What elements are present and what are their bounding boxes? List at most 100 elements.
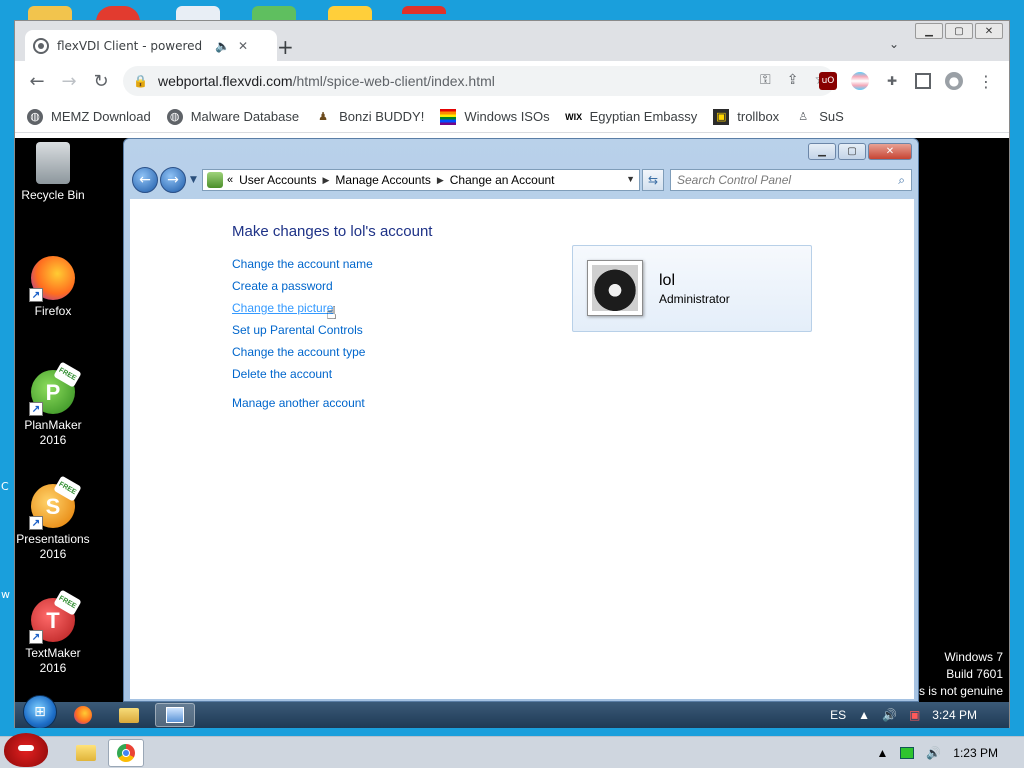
parental-controls-link[interactable]: Set up Parental Controls <box>232 319 373 341</box>
breadcrumb-user-accounts[interactable]: User Accounts <box>239 173 316 187</box>
firefox-icon <box>74 706 92 724</box>
url-text: webportal.flexvdi.com/html/spice-web-cli… <box>158 73 495 89</box>
hand-cursor-icon: ☝ <box>326 303 337 324</box>
sidebar-icon[interactable] <box>915 73 931 89</box>
bookmark-egyptian-embassy[interactable]: WIX Egyptian Embassy <box>565 109 697 125</box>
cp-refresh-button[interactable]: ⇆ <box>642 169 664 191</box>
recent-pages-dropdown[interactable]: ▼ <box>190 175 197 185</box>
reload-button[interactable]: ↻ <box>85 65 117 97</box>
bookmark-trollbox[interactable]: ▣ trollbox <box>713 108 779 125</box>
cp-navigation: ← → ▼ <box>132 167 197 193</box>
cp-close-button[interactable]: ✕ <box>868 143 912 160</box>
ublock-icon[interactable]: uO <box>819 72 837 90</box>
firefox-icon: ↗ <box>29 256 75 302</box>
change-picture-link[interactable]: Change the picture <box>232 297 373 319</box>
battery-icon[interactable] <box>900 747 915 759</box>
desktop-icon-firefox[interactable]: ↗ Firefox <box>15 256 91 319</box>
sus-icon: ♙ <box>798 111 809 123</box>
key-icon[interactable]: ⚿ <box>760 72 771 88</box>
change-account-name-link[interactable]: Change the account name <box>232 253 373 275</box>
tray-expand-icon[interactable]: ▲ <box>858 708 870 722</box>
browser-tab[interactable]: flexVDI Client - powered b 🔈 ✕ <box>25 30 277 61</box>
taskbar-control-panel[interactable] <box>155 703 195 727</box>
account-picture[interactable] <box>587 260 643 316</box>
angry-bird-start-icon[interactable] <box>4 732 48 767</box>
address-bar[interactable]: 🔒 webportal.flexvdi.com/html/spice-web-c… <box>123 66 835 96</box>
windows-start-button[interactable]: ⊞ <box>23 695 57 728</box>
desktop-icon-presentations[interactable]: S FREE ↗ Presentations 2016 <box>15 475 91 562</box>
network-error-icon[interactable]: ▣ <box>909 708 920 722</box>
host-taskbar-folder[interactable] <box>68 739 104 767</box>
remote-desktop-viewport[interactable]: Recycle Bin ↗ Firefox P FREE ↗ PlanMaker 2… <box>15 138 1009 728</box>
account-tasks: Change the account name Create a passwor… <box>232 253 373 414</box>
bookmark-malware-database[interactable]: ◍ Malware Database <box>166 108 300 125</box>
desktop-icon-recycle-bin[interactable]: Recycle Bin <box>15 142 91 203</box>
bookmark-windows-isos[interactable]: Windows ISOs <box>440 108 550 125</box>
tab-strip: flexVDI Client - powered b 🔈 ✕ + ⌄ ▁ ▢ ✕ <box>15 21 1009 61</box>
breadcrumb-separator-icon[interactable]: ▶ <box>437 175 444 186</box>
breadcrumb-change-account[interactable]: Change an Account <box>450 173 555 187</box>
bookmark-label: Windows ISOs <box>464 109 550 124</box>
delete-account-link[interactable]: Delete the account <box>232 363 373 385</box>
close-icon[interactable]: ✕ <box>238 39 248 53</box>
rainbow-flag-icon <box>440 108 457 125</box>
host-desktop-label-fragment: w <box>1 588 10 601</box>
breadcrumb-overflow-icon[interactable]: « <box>227 174 233 186</box>
volume-icon[interactable]: 🔊 <box>882 708 897 722</box>
lock-icon[interactable]: 🔒 <box>133 74 148 88</box>
desktop-icon-planmaker[interactable]: P FREE ↗ PlanMaker 2016 <box>15 361 91 448</box>
shortcut-arrow-icon: ↗ <box>29 630 43 644</box>
host-clock[interactable]: 1:23 PM <box>953 746 998 760</box>
chevron-down-icon[interactable]: ⌄ <box>889 37 899 51</box>
recycle-bin-icon <box>36 142 70 184</box>
host-desktop-icon-peek[interactable] <box>402 6 446 14</box>
tray-expand-icon[interactable]: ▲ <box>876 746 888 760</box>
bookmark-label: MEMZ Download <box>51 109 151 124</box>
change-account-type-link[interactable]: Change the account type <box>232 341 373 363</box>
remote-system-tray: ES ▲ 🔊 ▣ 3:24 PM <box>830 702 1009 728</box>
create-password-link[interactable]: Create a password <box>232 275 373 297</box>
puzzle-icon[interactable]: ✚ <box>883 72 901 90</box>
address-dropdown-icon[interactable]: ▼ <box>626 174 635 184</box>
cp-minimize-button[interactable]: ▁ <box>808 143 836 160</box>
forward-button[interactable]: → <box>53 65 85 97</box>
new-tab-button[interactable]: + <box>277 35 294 59</box>
bookmark-bonzi-buddy[interactable]: ♟ Bonzi BUDDY! <box>315 109 424 125</box>
remote-taskbar: ⊞ ES ▲ 🔊 ▣ 3:24 PM <box>15 695 1009 728</box>
search-icon[interactable]: ⌕ <box>898 173 905 188</box>
bonzi-icon: ♟ <box>318 111 329 123</box>
clock[interactable]: 3:24 PM <box>932 708 977 722</box>
maximize-button[interactable]: ▢ <box>945 23 973 39</box>
menu-icon[interactable]: ⋮ <box>977 72 995 91</box>
bookmark-label: Malware Database <box>190 109 300 124</box>
minimize-button[interactable]: ▁ <box>915 23 943 39</box>
manage-another-account-link[interactable]: Manage another account <box>232 392 373 414</box>
speaker-icon[interactable]: 🔈 <box>215 39 230 53</box>
flag-extension-icon[interactable] <box>851 72 869 90</box>
cp-search-box[interactable]: Search Control Panel ⌕ <box>670 169 912 191</box>
control-panel-icon <box>207 172 223 188</box>
desktop-icon-label: PlanMaker 2016 <box>24 418 82 447</box>
breadcrumb-manage-accounts[interactable]: Manage Accounts <box>335 173 430 187</box>
page-title: Make changes to lol's account <box>232 223 433 240</box>
profile-icon[interactable]: ● <box>945 72 963 90</box>
share-icon[interactable]: ⇪ <box>787 72 799 88</box>
cp-address-bar[interactable]: « User Accounts ▶ Manage Accounts ▶ Chan… <box>202 169 640 191</box>
back-button[interactable]: ← <box>21 65 53 97</box>
taskbar-explorer[interactable] <box>109 703 149 727</box>
build-line-3: s is not genuine <box>918 684 1003 698</box>
cp-back-button[interactable]: ← <box>132 167 158 193</box>
breadcrumb-separator-icon[interactable]: ▶ <box>323 175 330 186</box>
desktop-icon-textmaker[interactable]: T FREE ↗ TextMaker 2016 <box>15 589 91 676</box>
url-host: webportal.flexvdi.com <box>157 73 293 89</box>
volume-icon[interactable]: 🔊 <box>926 746 941 760</box>
cp-forward-button[interactable]: → <box>160 167 186 193</box>
bookmark-memz[interactable]: ◍ MEMZ Download <box>27 108 151 125</box>
host-taskbar-chrome[interactable] <box>108 738 144 767</box>
language-indicator[interactable]: ES <box>830 708 846 722</box>
bookmark-sus[interactable]: ♙ SuS <box>795 109 844 125</box>
cp-maximize-button[interactable]: ▢ <box>838 143 866 160</box>
taskbar-firefox[interactable] <box>63 703 103 727</box>
close-button[interactable]: ✕ <box>975 23 1003 39</box>
bookmarks-bar: ◍ MEMZ Download ◍ Malware Database ♟ Bon… <box>15 101 1009 133</box>
